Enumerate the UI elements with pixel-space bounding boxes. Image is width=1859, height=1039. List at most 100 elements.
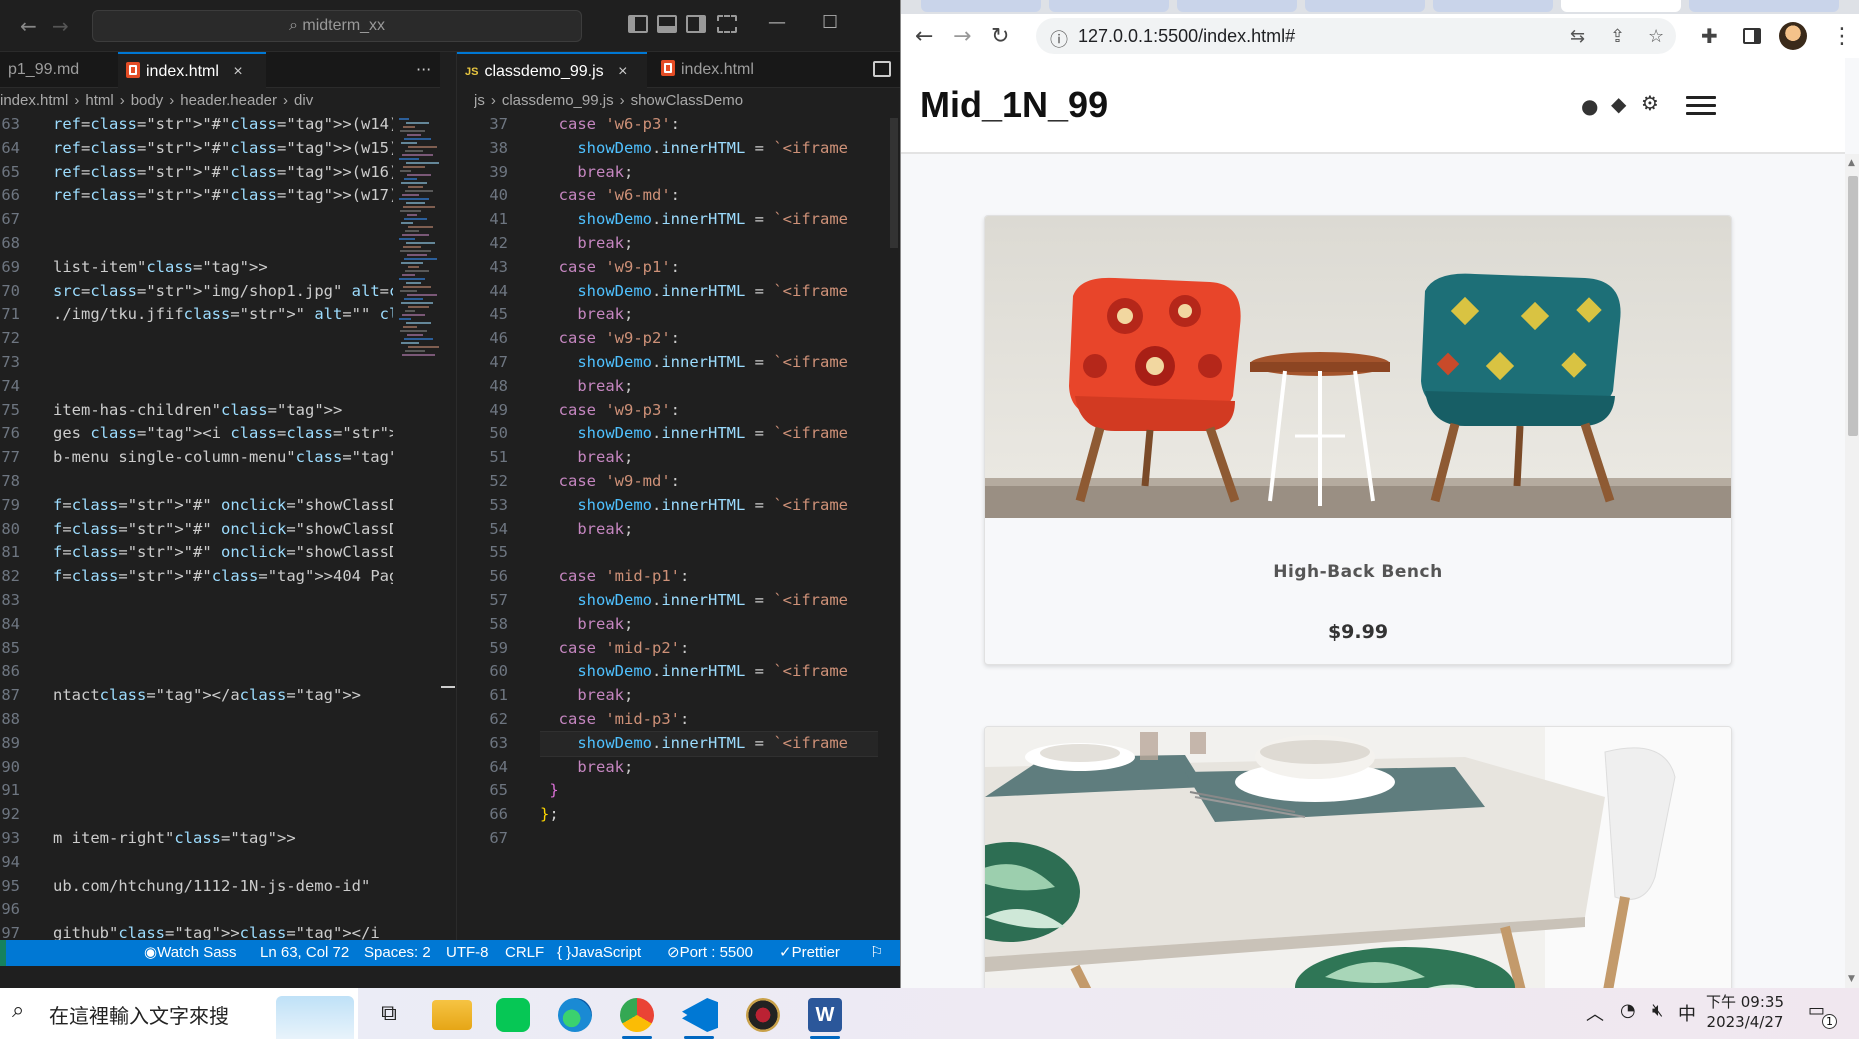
vscode-icon[interactable] xyxy=(682,998,718,1032)
code-line[interactable]: ref=class="str">"#"class="tag">>(w14)cla… xyxy=(53,113,393,137)
product-name[interactable]: High-Back Bench xyxy=(985,562,1731,582)
minimize-icon[interactable]: — xyxy=(768,12,786,33)
forward-arrow-icon[interactable]: → xyxy=(52,14,69,38)
back-arrow-icon[interactable]: ← xyxy=(20,14,37,38)
code-line[interactable]: showDemo.innerHTML = `<iframe xyxy=(540,660,878,684)
ime-indicator[interactable]: 中 xyxy=(1678,1000,1696,1026)
cursor-position[interactable]: Ln 63, Col 72 xyxy=(260,940,349,966)
browser-tab[interactable] xyxy=(1049,0,1169,12)
maximize-icon[interactable]: ☐ xyxy=(822,12,838,33)
task-view-icon[interactable]: ⧉ xyxy=(369,994,409,1034)
remote-indicator[interactable] xyxy=(0,940,6,966)
code-line[interactable]: showDemo.innerHTML = `<iframe xyxy=(540,137,878,161)
language-mode[interactable]: { } JavaScript xyxy=(557,940,641,966)
line-app-icon[interactable] xyxy=(496,998,530,1032)
app-badge-icon[interactable] xyxy=(746,998,780,1032)
scroll-up-icon[interactable]: ▲ xyxy=(1848,158,1855,168)
code-line[interactable] xyxy=(53,613,393,637)
feedback-icon[interactable]: ⚐ xyxy=(870,940,883,966)
code-line[interactable]: f=class="str">"#" onclick="showClassDemo… xyxy=(53,541,393,565)
close-icon[interactable]: × xyxy=(618,63,627,80)
browser-tab[interactable] xyxy=(1177,0,1297,12)
product-card[interactable]: High-Back Bench $9.99 xyxy=(984,215,1732,665)
code-line[interactable]: showDemo.innerHTML = `<iframe xyxy=(540,422,878,446)
code-line[interactable]: case 'mid-p2': xyxy=(540,637,878,661)
tab-p1-md[interactable]: p1_99.md xyxy=(0,52,115,88)
code-line[interactable]: m item-right"class="tag">> xyxy=(53,827,393,851)
code-line[interactable] xyxy=(53,375,393,399)
browser-tab[interactable] xyxy=(921,0,1041,12)
left-scrollbar[interactable] xyxy=(441,108,457,114)
profile-avatar[interactable] xyxy=(1779,22,1807,50)
tab-index-html-2[interactable]: index.html xyxy=(653,52,793,88)
code-line[interactable]: case 'mid-p1': xyxy=(540,565,878,589)
encoding[interactable]: UTF-8 xyxy=(446,940,489,966)
chrome-menu-icon[interactable]: ⋮ xyxy=(1831,24,1853,49)
reload-icon[interactable]: ↻ xyxy=(991,24,1009,49)
breadcrumb-item[interactable]: js xyxy=(474,92,485,109)
code-line[interactable]: showDemo.innerHTML = `<iframe xyxy=(540,589,878,613)
editor-group-divider[interactable] xyxy=(456,52,457,940)
browser-tab[interactable] xyxy=(1305,0,1425,12)
right-code-editor[interactable]: case 'w6-p3': showDemo.innerHTML = `<ifr… xyxy=(540,113,878,940)
tab-index-html[interactable]: index.html × xyxy=(118,52,266,88)
code-line[interactable]: case 'w9-md': xyxy=(540,470,878,494)
left-code-editor[interactable]: ref=class="str">"#"class="tag">>(w14)cla… xyxy=(53,113,393,940)
gear-icon[interactable]: ⚙ xyxy=(1641,91,1659,115)
extensions-icon[interactable]: ✚ xyxy=(1701,24,1718,48)
close-icon[interactable]: × xyxy=(233,63,242,80)
command-center-search[interactable]: ⌕ midterm_xx xyxy=(92,10,582,42)
right-scrollbar[interactable] xyxy=(890,118,898,248)
browser-tab[interactable] xyxy=(1433,0,1553,12)
code-line[interactable]: break; xyxy=(540,303,878,327)
scroll-down-icon[interactable]: ▼ xyxy=(1848,974,1855,984)
toggle-primary-sidebar-icon[interactable] xyxy=(628,15,648,33)
code-line[interactable] xyxy=(53,708,393,732)
address-bar[interactable]: ⓘ 127.0.0.1:5500/index.html# ⇆ ⇪ ☆ xyxy=(1036,18,1676,54)
side-panel-icon[interactable] xyxy=(1743,28,1761,44)
show-hidden-icons-chevron-icon[interactable]: ︿ xyxy=(1586,1000,1604,1026)
file-explorer-icon[interactable] xyxy=(432,1000,472,1030)
forward-icon[interactable]: → xyxy=(953,24,971,49)
code-line[interactable]: showDemo.innerHTML = `<iframe xyxy=(540,494,878,518)
code-line[interactable]: case 'w9-p3': xyxy=(540,399,878,423)
code-line[interactable] xyxy=(53,803,393,827)
taskbar-search-box[interactable]: ⌕ 在這裡輸入文字來搜 xyxy=(0,988,358,1039)
code-line[interactable]: break; xyxy=(540,684,878,708)
code-line[interactable]: }; xyxy=(540,803,878,827)
breadcrumb-item[interactable]: body xyxy=(131,92,164,109)
code-line[interactable]: item-has-children"class="tag">> xyxy=(53,399,393,423)
toggle-secondary-sidebar-icon[interactable] xyxy=(686,15,706,33)
prettier-status[interactable]: ✓ Prettier xyxy=(779,940,840,966)
code-line[interactable]: f=class="str">"#" onclick="showClassDemo… xyxy=(53,518,393,542)
site-info-icon[interactable]: ⓘ xyxy=(1050,26,1068,52)
wifi-icon[interactable]: ◔ xyxy=(1620,1000,1636,1021)
system-clock[interactable]: 下午 09:35 2023/4/27 xyxy=(1706,992,1784,1032)
browser-tab[interactable] xyxy=(1689,0,1839,12)
product-card[interactable] xyxy=(984,726,1732,988)
share-icon[interactable]: ⇪ xyxy=(1610,26,1625,47)
code-line[interactable]: github"class="tag">>class="tag"></i xyxy=(53,922,393,940)
chrome-icon[interactable] xyxy=(620,998,654,1032)
code-line[interactable] xyxy=(53,851,393,875)
code-line[interactable]: ./img/tku.jfifclass="str">" alt="" class… xyxy=(53,303,393,327)
code-line[interactable]: break; xyxy=(540,446,878,470)
edge-browser-icon[interactable] xyxy=(558,998,592,1032)
code-line[interactable] xyxy=(53,232,393,256)
code-line[interactable]: ges class="tag"><i class=class="str">"fa… xyxy=(53,422,393,446)
code-line[interactable]: } xyxy=(540,779,878,803)
word-icon[interactable]: W xyxy=(808,998,842,1032)
code-line[interactable]: break; xyxy=(540,613,878,637)
page-scrollbar-thumb[interactable] xyxy=(1848,176,1858,436)
code-line[interactable]: src=class="str">"img/shop1.jpg" alt=clas… xyxy=(53,280,393,304)
browser-tab-active[interactable] xyxy=(1561,0,1681,12)
code-line[interactable]: showDemo.innerHTML = `<iframe xyxy=(540,280,878,304)
code-line[interactable] xyxy=(53,327,393,351)
code-line[interactable]: case 'mid-p3': xyxy=(540,708,878,732)
code-line[interactable]: f=class="str">"#" onclick="showClassDemo… xyxy=(53,494,393,518)
left-minimap[interactable] xyxy=(395,118,441,938)
back-icon[interactable]: ← xyxy=(915,24,933,49)
code-line[interactable]: ref=class="str">"#"class="tag">>(w15)cla… xyxy=(53,137,393,161)
breadcrumb-item[interactable]: index.html xyxy=(0,92,68,109)
toggle-panel-icon[interactable] xyxy=(657,15,677,33)
